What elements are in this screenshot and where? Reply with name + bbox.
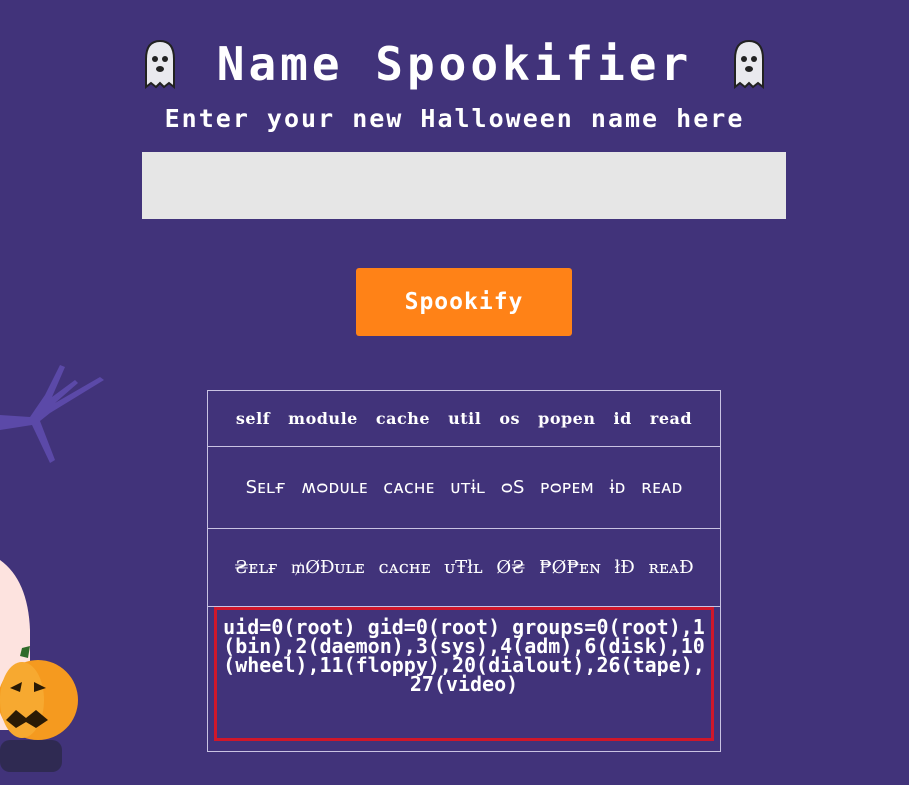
pumpkin-tombstone-decoration <box>0 560 78 772</box>
command-output: uid=0(root) gid=0(root) groups=0(root),1… <box>214 607 714 741</box>
result-font-1: self module cache util os popen id read <box>235 409 693 428</box>
spookify-button[interactable]: Spookify <box>356 268 572 336</box>
page-title: Name Spookifier <box>216 37 693 91</box>
result-row: self module cache util os popen id read <box>208 391 720 447</box>
page-subtitle: Enter your new Halloween name here <box>164 104 745 133</box>
results-table: self module cache util os popen id read … <box>207 390 721 752</box>
name-input[interactable] <box>142 152 786 219</box>
result-font-3: ₴ᴇʟғ ₥ØĐᴜʟᴇ ᴄᴀᴄʜᴇ ᴜŦłʟ Ø₴ ₱Ø₱ᴇɴ łĐ ʀᴇᴀĐ <box>234 556 694 578</box>
title-row: Name Spookifier <box>0 36 909 92</box>
ghost-icon <box>144 39 175 89</box>
result-row: ₴ᴇʟғ ₥ØĐᴜʟᴇ ᴄᴀᴄʜᴇ ᴜŦłʟ Ø₴ ₱Ø₱ᴇɴ łĐ ʀᴇᴀĐ <box>208 529 720 607</box>
result-font-2: Sᴇʟғ ʍᴑᴅᴜʟᴇ ᴄᴀᴄʜᴇ ᴜᴛɨʟ ᴑS ᴘᴑᴘᴇᴍ ɨᴅ ʀᴇᴀᴅ <box>245 476 683 498</box>
tree-branch-decoration <box>0 365 104 463</box>
result-row: Sᴇʟғ ʍᴑᴅᴜʟᴇ ᴄᴀᴄʜᴇ ᴜᴛɨʟ ᴑS ᴘᴑᴘᴇᴍ ɨᴅ ʀᴇᴀᴅ <box>208 447 720 529</box>
ghost-icon <box>734 39 765 89</box>
